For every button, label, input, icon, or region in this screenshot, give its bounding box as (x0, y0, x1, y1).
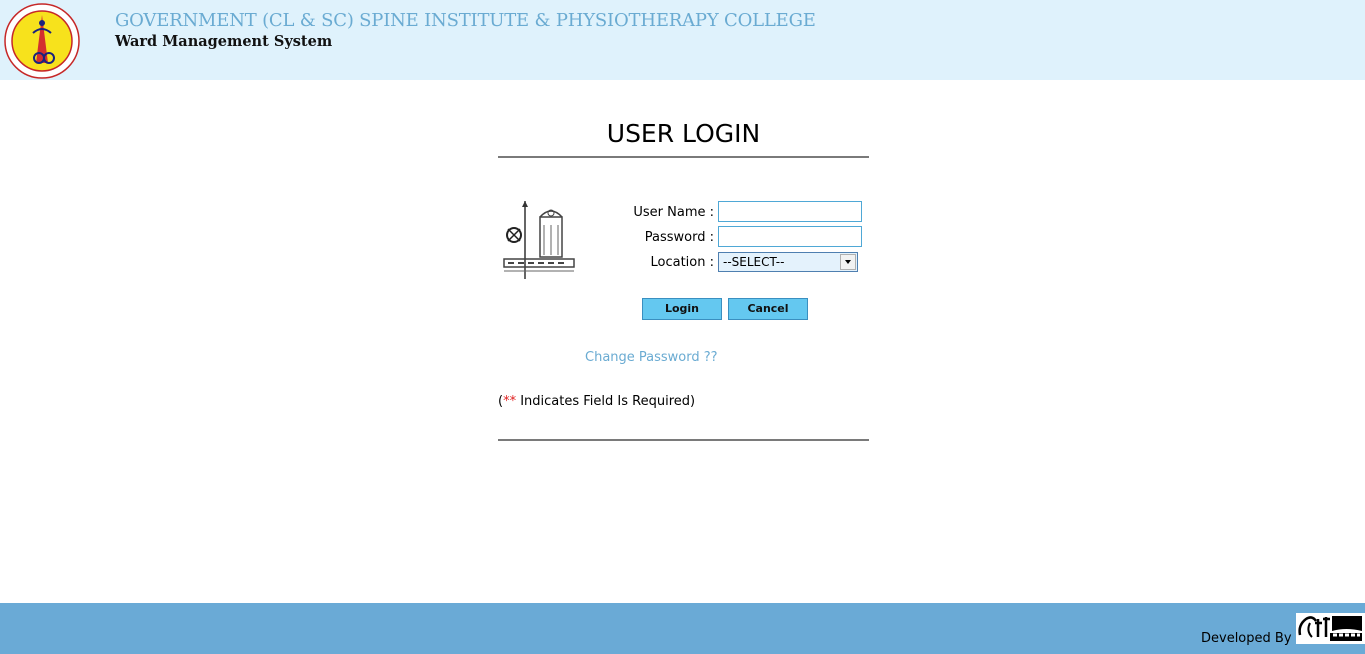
institute-name: GOVERNMENT (CL & SC) SPINE INSTITUTE & P… (115, 10, 816, 31)
password-label: Password : (644, 230, 714, 245)
location-selected-value: --SELECT-- (723, 255, 785, 269)
location-label: Location : (650, 255, 715, 270)
divider-top (498, 156, 869, 158)
developed-by-label: Developed By : (1201, 631, 1301, 646)
required-stars: ** (503, 394, 517, 409)
required-field-note: (** Indicates Field Is Required) (498, 394, 695, 409)
dropdown-arrow-icon[interactable] (840, 254, 856, 270)
required-note-text: Indicates Field Is Required) (516, 394, 696, 409)
institute-seal-logo (4, 3, 80, 79)
cancel-button[interactable]: Cancel (728, 298, 808, 320)
password-field[interactable] (718, 226, 862, 247)
location-select[interactable]: --SELECT-- (718, 252, 858, 272)
footer-bar (0, 603, 1365, 654)
header-banner: GOVERNMENT (CL & SC) SPINE INSTITUTE & P… (0, 0, 1365, 80)
system-name: Ward Management System (115, 33, 333, 50)
page-title: USER LOGIN (606, 119, 761, 148)
login-button[interactable]: Login (642, 298, 722, 320)
username-field[interactable] (718, 201, 862, 222)
soft-corner-logo (1296, 613, 1365, 644)
change-password-link[interactable]: Change Password ?? (585, 350, 718, 365)
username-label: User Name : (633, 205, 714, 220)
divider-bottom (498, 439, 869, 441)
building-emblem-icon (503, 201, 575, 279)
